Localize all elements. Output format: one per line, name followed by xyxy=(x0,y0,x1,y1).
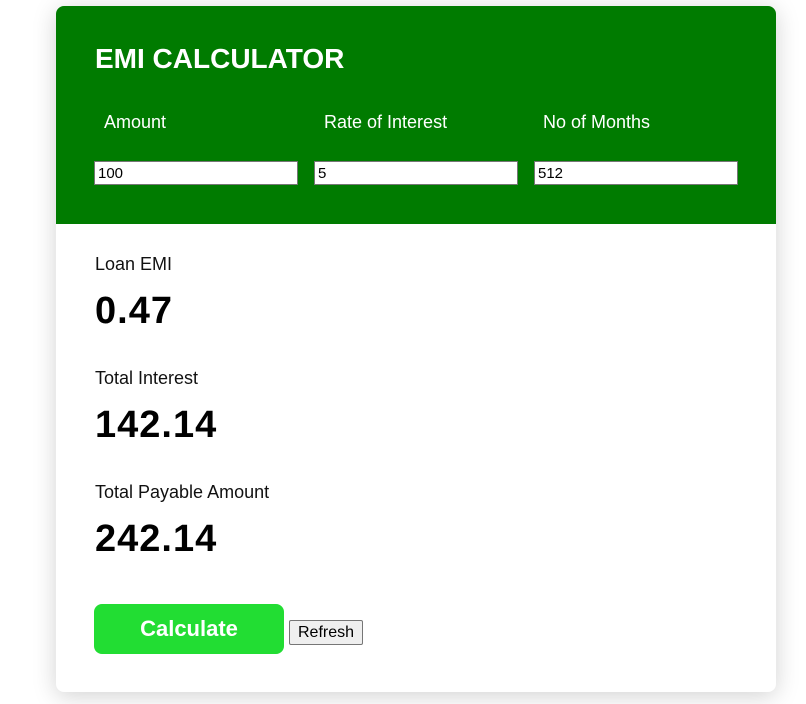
page-title: EMI CALCULATOR xyxy=(95,43,345,74)
total-payable-amount-value: 242.14 xyxy=(95,518,218,560)
calculator-header: EMI CALCULATOR Amount Rate of Interest N… xyxy=(56,6,776,224)
amount-input[interactable] xyxy=(94,161,298,185)
amount-label: Amount xyxy=(104,112,167,132)
no-of-months-label: No of Months xyxy=(543,112,651,132)
loan-emi-value: 0.47 xyxy=(95,290,173,332)
loan-emi-label: Loan EMI xyxy=(95,254,173,274)
rate-of-interest-input[interactable] xyxy=(314,161,518,185)
no-of-months-input[interactable] xyxy=(534,161,738,185)
calculate-button[interactable]: Calculate xyxy=(94,604,284,654)
refresh-button[interactable]: Refresh xyxy=(289,620,364,645)
total-payable-amount-label: Total Payable Amount xyxy=(95,482,270,502)
rate-of-interest-label: Rate of Interest xyxy=(324,112,448,132)
total-interest-label: Total Interest xyxy=(95,368,199,388)
emi-calculator-card: EMI CALCULATOR Amount Rate of Interest N… xyxy=(56,6,776,692)
total-interest-value: 142.14 xyxy=(95,404,218,446)
